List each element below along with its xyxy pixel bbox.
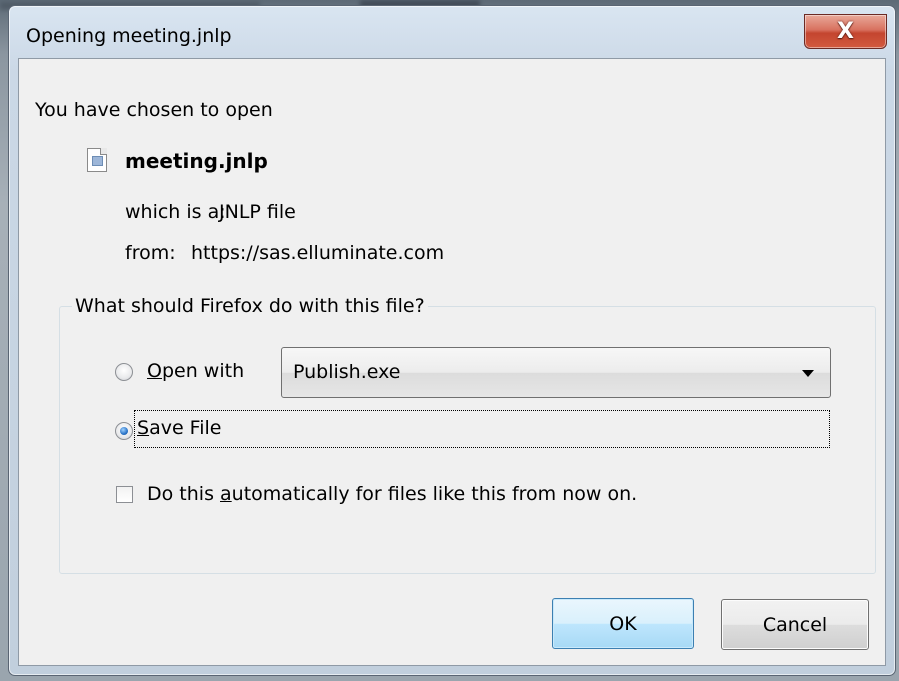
- auto-action-label[interactable]: Do this automatically for files like thi…: [147, 483, 637, 505]
- jnlp-file-icon: [87, 148, 107, 172]
- auto-action-accelerator: a: [220, 483, 232, 505]
- action-group-legend: What should Firefox do with this file?: [72, 295, 428, 317]
- selected-app: Publish.exe: [293, 361, 401, 383]
- ok-button[interactable]: OK: [552, 598, 694, 649]
- auto-action-label-pre: Do this: [147, 483, 221, 505]
- file-source-label: from:: [125, 242, 176, 264]
- open-with-label-text: pen with: [161, 360, 245, 382]
- auto-action-checkbox[interactable]: [116, 486, 133, 503]
- save-file-accelerator: S: [137, 417, 150, 439]
- dialog-window: Opening meeting.jnlp X You have chosen t…: [8, 5, 896, 676]
- close-icon: X: [837, 18, 854, 44]
- close-button[interactable]: X: [804, 14, 887, 49]
- dialog-content: You have chosen to open meeting.jnlp whi…: [18, 58, 886, 666]
- cancel-button[interactable]: Cancel: [721, 599, 869, 650]
- save-file-radio[interactable]: [115, 422, 133, 440]
- save-file-focus-ring: [134, 410, 830, 448]
- save-file-label-text: ave File: [149, 417, 222, 439]
- title-bar[interactable]: Opening meeting.jnlp X: [9, 6, 895, 58]
- window-title: Opening meeting.jnlp: [26, 25, 232, 47]
- file-type-value: JNLP file: [219, 201, 296, 223]
- open-with-radio[interactable]: [115, 363, 133, 381]
- save-file-label[interactable]: Save File: [137, 417, 221, 439]
- open-with-accelerator: O: [147, 360, 162, 382]
- auto-action-label-post: utomatically for files like this from no…: [231, 483, 638, 505]
- file-name: meeting.jnlp: [125, 149, 268, 173]
- chevron-down-icon[interactable]: [802, 370, 814, 377]
- intro-text: You have chosen to open: [35, 99, 273, 121]
- open-with-app-select[interactable]: Publish.exe: [281, 347, 831, 398]
- file-type-label: which is a:: [125, 201, 226, 223]
- open-with-label[interactable]: Open with: [147, 360, 244, 382]
- file-source-value: https://sas.elluminate.com: [191, 242, 445, 264]
